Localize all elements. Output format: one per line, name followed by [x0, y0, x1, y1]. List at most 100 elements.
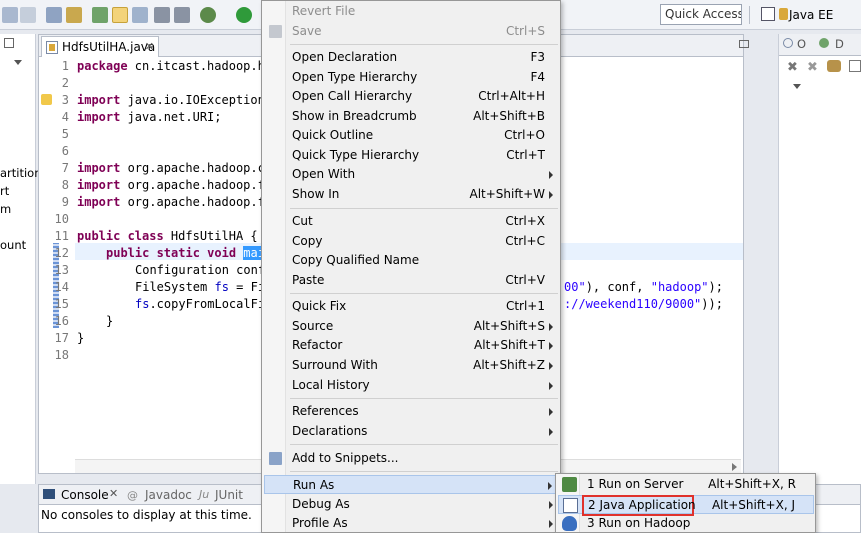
close-console-icon[interactable]: ✕ — [109, 487, 118, 500]
line-number: 16 — [54, 314, 69, 328]
line-number: 17 — [54, 331, 69, 345]
tree-fragment[interactable]: m — [0, 202, 11, 216]
code-line-11[interactable]: public class HdfsUtilHA { — [77, 229, 258, 243]
code-line-15-tail[interactable]: ://weekend110/9000")); — [564, 297, 723, 311]
task-icon[interactable] — [66, 7, 82, 23]
tab-outline[interactable]: O — [797, 37, 806, 51]
view-menu-icon[interactable] — [14, 60, 22, 65]
console-message: No consoles to display at this time. — [41, 508, 252, 522]
menu-item-open-call-hierarchy[interactable]: Open Call Hierarchy Ctrl+Alt+H — [264, 87, 559, 106]
tree-fragment[interactable]: artition — [0, 166, 42, 180]
submenu-arrow-icon — [549, 362, 553, 370]
menu-item-show-in[interactable]: Show In Alt+Shift+W — [264, 185, 559, 204]
menu-item-add-to-snippets[interactable]: Add to Snippets... — [264, 449, 559, 468]
package-explorer-pane: artition rt m ount — [0, 34, 42, 484]
submenu-item-run-on-hadoop[interactable]: 3 Run on Hadoop — [558, 514, 814, 533]
collapse-icon[interactable] — [849, 60, 861, 72]
menu-separator — [290, 444, 558, 445]
tab-task-list[interactable]: D — [835, 37, 844, 51]
menu-item-source[interactable]: Source Alt+Shift+S — [264, 317, 559, 336]
submenu-arrow-icon — [548, 482, 552, 490]
menu-item-paste[interactable]: Paste Ctrl+V — [264, 271, 559, 290]
submenu-item-run-on-server[interactable]: 1 Run on Server Alt+Shift+X, R — [558, 475, 814, 494]
menu-item-quick-fix[interactable]: Quick Fix Ctrl+1 — [264, 297, 559, 316]
line-number: 14 — [54, 280, 69, 294]
quick-access-input[interactable]: Quick Access — [660, 4, 742, 25]
menu-item-run-as[interactable]: Run As — [264, 475, 559, 494]
editor-tab[interactable]: HdfsUtilHA.java ✕ — [41, 36, 159, 57]
code-line-3[interactable]: import java.io.IOException — [77, 93, 265, 107]
menu-separator — [290, 208, 558, 209]
code-line-13[interactable]: Configuration conf — [135, 263, 265, 277]
menu-item-declarations[interactable]: Declarations — [264, 422, 559, 441]
submenu-item-java-application[interactable]: 2 Java Application Alt+Shift+X, J — [558, 495, 814, 516]
annotation-icon[interactable] — [154, 7, 170, 23]
tab-console[interactable]: Console — [61, 488, 109, 502]
outline-icon — [783, 38, 793, 48]
junit-icon: Ju — [199, 488, 210, 501]
outline-tabbar: O D — [779, 34, 861, 56]
run-icon[interactable] — [236, 7, 252, 23]
redo-icon[interactable] — [20, 7, 36, 23]
build-icon[interactable] — [200, 7, 216, 23]
code-line-17[interactable]: } — [77, 331, 84, 345]
hadoop-elephant-icon — [562, 516, 577, 531]
tab-javadoc[interactable]: Javadoc — [145, 488, 192, 502]
menu-separator — [290, 44, 558, 45]
code-line-4[interactable]: import java.net.URI; — [77, 110, 222, 124]
debug-icon[interactable] — [92, 7, 108, 23]
code-line-8[interactable]: import org.apache.hadoop.f — [77, 178, 265, 192]
outline-icon[interactable] — [174, 7, 190, 23]
highlight-icon[interactable] — [112, 7, 128, 23]
close-tab-icon[interactable]: ✕ — [145, 40, 154, 53]
menu-item-save[interactable]: Save Ctrl+S — [264, 22, 559, 41]
menu-item-local-history[interactable]: Local History — [264, 376, 559, 395]
menu-item-revert-file[interactable]: Revert File — [264, 2, 559, 21]
code-line-14[interactable]: FileSystem fs = Fi — [135, 280, 265, 294]
code-line-12[interactable]: public static void mai — [106, 246, 265, 260]
open-perspective-icon[interactable] — [761, 7, 775, 21]
warning-icon[interactable] — [41, 94, 52, 105]
menu-item-quick-type-hierarchy[interactable]: Quick Type Hierarchy Ctrl+T — [264, 146, 559, 165]
line-number: 15 — [54, 297, 69, 311]
menu-item-cut[interactable]: Cut Ctrl+X — [264, 212, 559, 231]
minimize-icon[interactable] — [4, 38, 14, 48]
view-menu-icon[interactable] — [793, 84, 801, 89]
menu-item-copy[interactable]: Copy Ctrl+C — [264, 232, 559, 251]
remove-icon[interactable]: ✖ — [787, 60, 799, 75]
submenu-arrow-icon — [549, 408, 553, 416]
remove-all-icon[interactable]: ✖ — [807, 60, 819, 75]
code-line-9[interactable]: import org.apache.hadoop.f — [77, 195, 265, 209]
context-menu: Revert File Save Ctrl+S Open Declaration F… — [261, 0, 561, 533]
tab-junit[interactable]: JUnit — [215, 488, 243, 502]
tree-fragment[interactable]: rt — [0, 184, 9, 198]
line-number: 12 — [54, 246, 69, 260]
menu-item-open-with[interactable]: Open With — [264, 165, 559, 184]
open-type-icon[interactable] — [46, 7, 62, 23]
menu-item-references[interactable]: References — [264, 402, 559, 421]
tree-fragment[interactable]: ount — [0, 238, 26, 252]
code-line-15[interactable]: fs.copyFromLocalFi — [135, 297, 265, 311]
menu-item-open-type-hierarchy[interactable]: Open Type Hierarchy F4 — [264, 68, 559, 87]
menu-item-profile-as[interactable]: Profile As — [264, 514, 559, 533]
menu-item-refactor[interactable]: Refactor Alt+Shift+T — [264, 336, 559, 355]
menu-item-quick-outline[interactable]: Quick Outline Ctrl+O — [264, 126, 559, 145]
scroll-right-icon[interactable] — [732, 463, 737, 471]
menu-item-show-in-breadcrumb[interactable]: Show in Breadcrumb Alt+Shift+B — [264, 107, 559, 126]
code-line-1[interactable]: package cn.itcast.hadoop.h — [77, 59, 265, 73]
menu-item-debug-as[interactable]: Debug As — [264, 495, 559, 514]
undo-icon[interactable] — [2, 7, 18, 23]
code-line-16[interactable]: } — [106, 314, 113, 328]
line-number: 10 — [54, 212, 69, 226]
minimize-editor-icon[interactable] — [739, 40, 749, 48]
link-icon[interactable] — [827, 60, 841, 72]
menu-item-copy-qualified-name[interactable]: Copy Qualified Name — [264, 251, 559, 270]
code-line-7[interactable]: import org.apache.hadoop.c — [77, 161, 265, 175]
code-line-14-tail[interactable]: 00"), conf, "hadoop"); — [564, 280, 723, 294]
toggle-icon[interactable] — [132, 7, 148, 23]
perspective-java-ee[interactable]: Java EE — [789, 8, 833, 22]
menu-item-open-declaration[interactable]: Open Declaration F3 — [264, 48, 559, 67]
menu-item-surround-with[interactable]: Surround With Alt+Shift+Z — [264, 356, 559, 375]
save-icon — [269, 25, 282, 38]
line-number: 7 — [61, 161, 69, 175]
